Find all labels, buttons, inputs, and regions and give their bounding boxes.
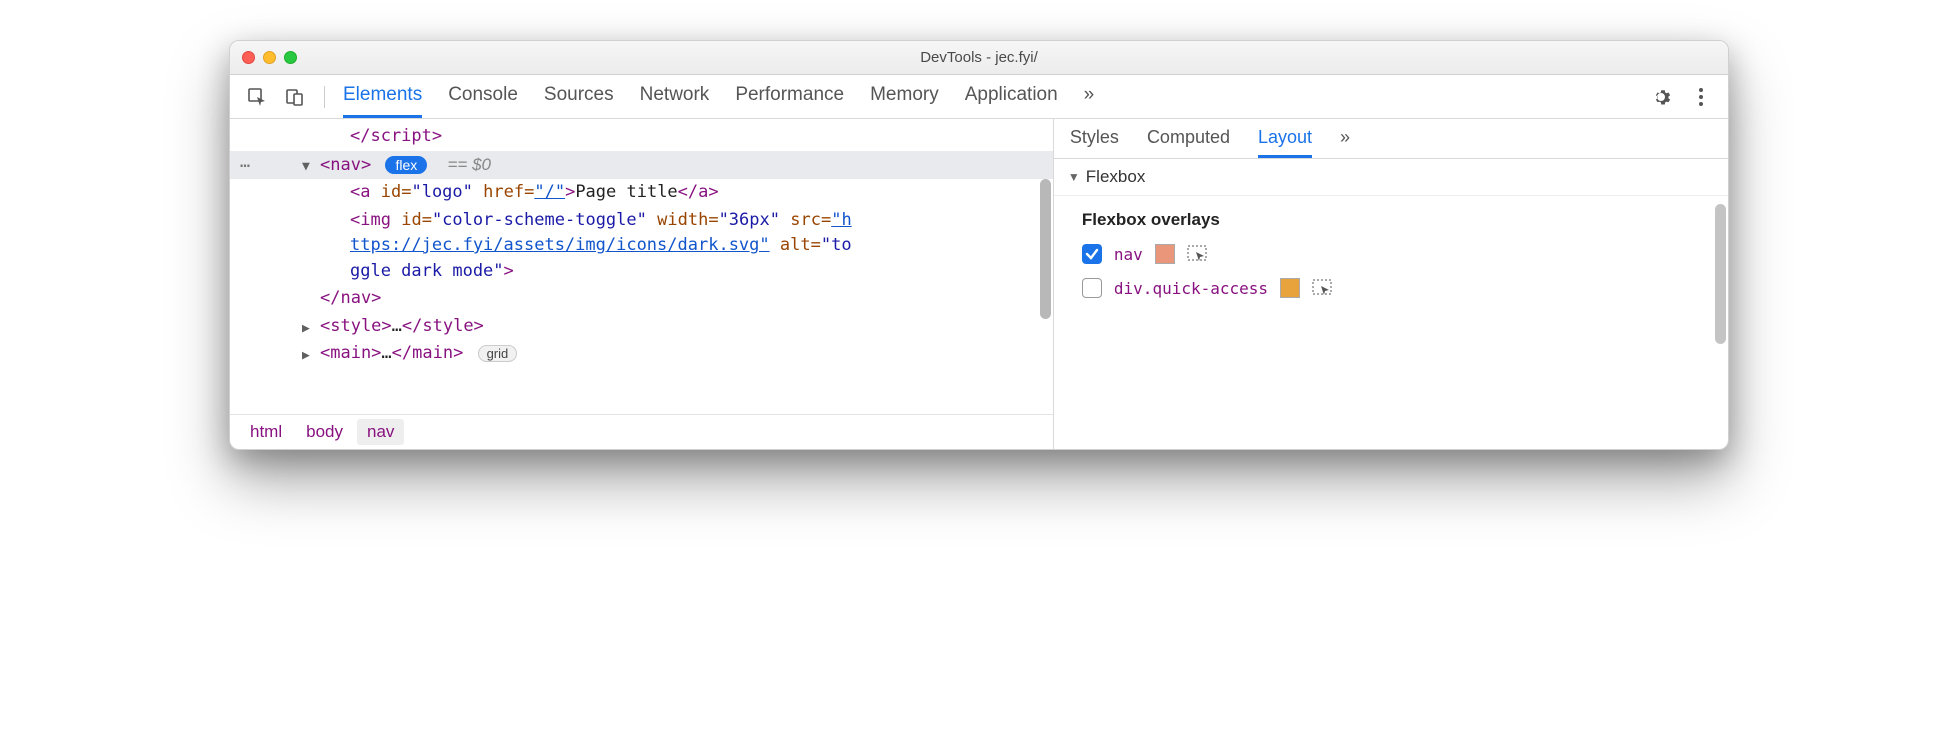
overlay-row-nav: nav xyxy=(1082,244,1700,264)
sidebar-tabs: Styles Computed Layout » xyxy=(1054,119,1728,159)
overlay-color-swatch[interactable] xyxy=(1155,244,1175,264)
main-toolbar: Elements Console Sources Network Perform… xyxy=(230,75,1728,119)
overlay-checkbox-quick-access[interactable] xyxy=(1082,278,1102,298)
tab-more[interactable]: » xyxy=(1084,75,1095,118)
overlay-label[interactable]: div.quick-access xyxy=(1114,279,1268,298)
breadcrumb-body[interactable]: body xyxy=(296,419,353,445)
dom-a-element[interactable]: <a id="logo" href="/">Page title</a> xyxy=(230,179,1053,207)
flexbox-section-body: Flexbox overlays nav div.quick-access xyxy=(1054,196,1728,449)
tab-sources[interactable]: Sources xyxy=(544,75,614,118)
selected-node-indicator: == $0 xyxy=(447,155,491,174)
devtools-window: DevTools - jec.fyi/ Elements Console Sou… xyxy=(229,40,1729,450)
overlay-checkbox-nav[interactable] xyxy=(1082,244,1102,264)
dom-nav-close[interactable]: </nav> xyxy=(230,285,1053,313)
flexbox-section-header[interactable]: ▼ Flexbox xyxy=(1054,159,1728,196)
dom-img-element[interactable]: <img id="color-scheme-toggle" width="36p… xyxy=(230,207,1053,286)
expand-arrow-icon: ▼ xyxy=(1068,170,1080,184)
collapse-arrow-icon[interactable]: ▶ xyxy=(302,346,310,366)
main-tabs: Elements Console Sources Network Perform… xyxy=(343,75,1640,118)
subtab-styles[interactable]: Styles xyxy=(1070,119,1119,158)
kebab-menu-icon[interactable] xyxy=(1684,82,1718,112)
settings-icon[interactable] xyxy=(1644,82,1678,112)
subtab-layout[interactable]: Layout xyxy=(1258,119,1312,158)
reveal-element-icon[interactable] xyxy=(1187,244,1209,264)
reveal-element-icon[interactable] xyxy=(1312,278,1334,298)
breadcrumb-html[interactable]: html xyxy=(240,419,292,445)
device-toggle-icon[interactable] xyxy=(278,82,312,112)
dom-main-element[interactable]: ▶ <main>…</main> grid xyxy=(230,340,1053,368)
elements-panel: </script​> ▼ <nav> flex == $0 <a id="log… xyxy=(230,119,1054,449)
dom-tree[interactable]: </script​> ▼ <nav> flex == $0 <a id="log… xyxy=(230,119,1053,414)
subtab-computed[interactable]: Computed xyxy=(1147,119,1230,158)
sidebar-scrollbar[interactable] xyxy=(1715,204,1726,344)
panels-body: </script​> ▼ <nav> flex == $0 <a id="log… xyxy=(230,119,1728,449)
subtab-more[interactable]: » xyxy=(1340,119,1350,158)
breadcrumb: html body nav xyxy=(230,414,1053,449)
breadcrumb-nav[interactable]: nav xyxy=(357,419,404,445)
dom-style-element[interactable]: ▶ <style>…</style> xyxy=(230,313,1053,341)
toolbar-right xyxy=(1644,82,1718,112)
expand-arrow-icon[interactable]: ▼ xyxy=(302,157,310,177)
overlays-title: Flexbox overlays xyxy=(1082,210,1700,230)
tab-console[interactable]: Console xyxy=(448,75,518,118)
toolbar-divider xyxy=(324,86,325,108)
overlay-color-swatch[interactable] xyxy=(1280,278,1300,298)
tab-network[interactable]: Network xyxy=(640,75,710,118)
overlay-label[interactable]: nav xyxy=(1114,245,1143,264)
titlebar: DevTools - jec.fyi/ xyxy=(230,41,1728,75)
flex-badge[interactable]: flex xyxy=(385,156,427,174)
styles-sidebar: Styles Computed Layout » ▼ Flexbox Flexb… xyxy=(1054,119,1728,449)
dom-nav-open[interactable]: ▼ <nav> flex == $0 xyxy=(230,151,1053,180)
overlay-row-quick-access: div.quick-access xyxy=(1082,278,1700,298)
window-title: DevTools - jec.fyi/ xyxy=(230,49,1728,66)
grid-badge[interactable]: grid xyxy=(478,345,518,362)
tab-elements[interactable]: Elements xyxy=(343,75,422,118)
inspect-element-icon[interactable] xyxy=(240,82,274,112)
collapse-arrow-icon[interactable]: ▶ xyxy=(302,319,310,339)
tab-application[interactable]: Application xyxy=(965,75,1058,118)
dom-script-close[interactable]: </script​> xyxy=(230,123,1053,151)
tab-performance[interactable]: Performance xyxy=(735,75,844,118)
tab-memory[interactable]: Memory xyxy=(870,75,939,118)
